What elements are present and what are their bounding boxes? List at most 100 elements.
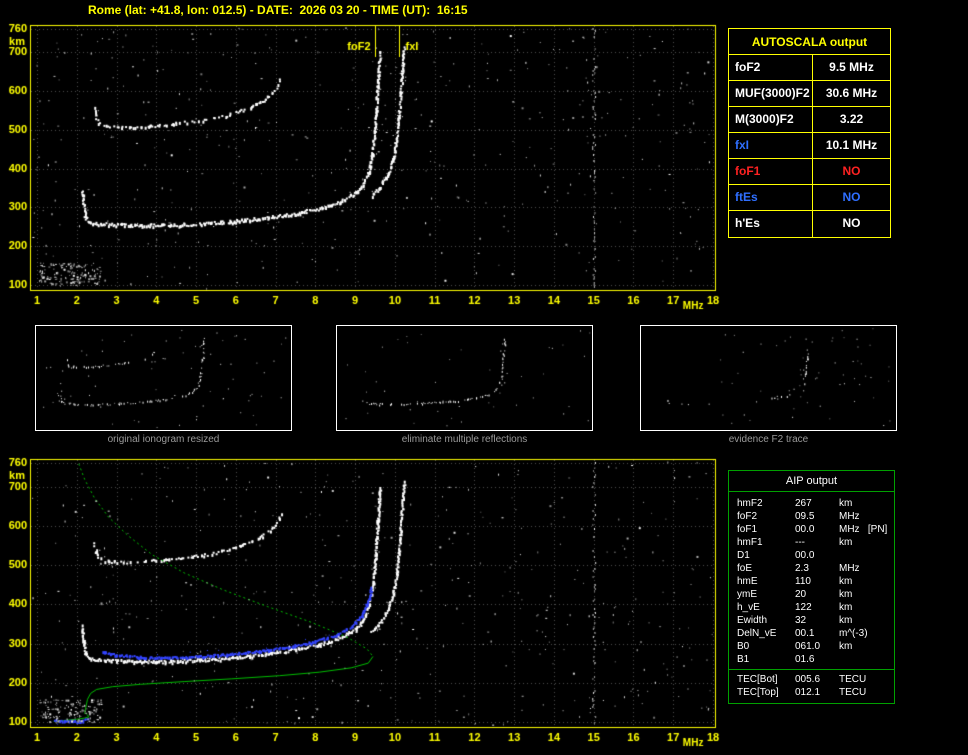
- aip-param-name: B0: [737, 641, 750, 652]
- autoscala-param-value: 10.1 MHz: [825, 138, 878, 152]
- aip-param-unit: MHz [PN]: [839, 524, 888, 535]
- aip-param-value: 122: [795, 602, 812, 613]
- autoscala-row: MUF(3000)F2 30.6 MHz: [729, 81, 890, 107]
- aip-param-value: 267: [795, 498, 812, 509]
- aip-param-unit: [839, 549, 894, 562]
- thumbnail-multiple-reflections: [336, 325, 593, 431]
- autoscala-header: AUTOSCALA output: [729, 29, 890, 55]
- autoscala-row: h'Es NO: [729, 211, 890, 237]
- aip-param-value: ---: [795, 537, 805, 548]
- autoscala-rows: foF2 9.5 MHz MUF(3000)F2 30.6 MHz M(3000)F2 3…: [729, 55, 890, 237]
- aip-row: foF2 09.5 MHz: [729, 510, 894, 523]
- aip-row: hmF2 267 km: [729, 497, 894, 510]
- aip-param-name: hmE: [737, 576, 758, 587]
- aip-row: Ewidth 32 km: [729, 614, 894, 627]
- autoscala-row: foF2 9.5 MHz: [729, 55, 890, 81]
- aip-rows: hmF2 267 km foF2 09.5 MHz foF1 00.0 MHz [PN] hmF1…: [729, 497, 894, 666]
- aip-param-name: DelN_vE: [737, 628, 777, 639]
- aip-param-unit: MHz: [839, 563, 860, 574]
- aip-param-unit: [839, 653, 894, 666]
- aip-row: TEC[Bot] 005.6 TECU: [729, 673, 894, 686]
- autoscala-param-value: 3.22: [839, 112, 864, 126]
- autoscala-ionogram-plot: [0, 0, 722, 312]
- aip-ionogram-plot: [0, 454, 722, 754]
- aip-param-value: 32: [795, 615, 807, 626]
- aip-param-unit: km: [839, 602, 853, 613]
- aip-param-unit: km: [839, 615, 853, 626]
- aip-param-value: 01.6: [795, 654, 815, 665]
- aip-param-name: h_vE: [737, 602, 760, 613]
- aip-row: foE 2.3 MHz: [729, 562, 894, 575]
- autoscala-param-value: NO: [842, 190, 861, 204]
- aip-param-unit: MHz: [839, 511, 860, 522]
- autoscala-param-label: M(3000)F2: [729, 107, 813, 132]
- aip-param-name: foF2: [737, 511, 758, 522]
- aip-row: DelN_vE 00.1 m^(-3): [729, 627, 894, 640]
- autoscala-param-label: foF1: [729, 159, 813, 184]
- aip-param-name: hmF1: [737, 537, 763, 548]
- thumbnail-caption-original: original ionogram resized: [107, 434, 220, 445]
- thumbnail-caption-multiples: eliminate multiple reflections: [401, 434, 528, 445]
- aip-row: B1 01.6: [729, 653, 894, 666]
- aip-param-value: 061.0: [795, 641, 821, 652]
- aip-param-unit: TECU: [839, 687, 867, 698]
- aip-tec-separator: [729, 669, 894, 670]
- autoscala-row: ftEs NO: [729, 185, 890, 211]
- thumbnail-caption-f2: evidence F2 trace: [728, 434, 809, 445]
- autoscala-param-label: h'Es: [729, 211, 813, 237]
- autoscala-param-value: 9.5 MHz: [829, 60, 874, 74]
- thumbnail-original-ionogram: [35, 325, 292, 431]
- aip-param-name: D1: [737, 550, 750, 561]
- thumbnail-f2-evidence: [640, 325, 897, 431]
- autoscala-row: M(3000)F2 3.22: [729, 107, 890, 133]
- aip-row: TEC[Top] 012.1 TECU: [729, 686, 894, 699]
- aip-param-unit: km: [839, 498, 853, 509]
- aip-param-name: Ewidth: [737, 615, 768, 626]
- aip-row: B0 061.0 km: [729, 640, 894, 653]
- aip-header: AIP output: [729, 471, 894, 492]
- aip-param-name: B1: [737, 654, 750, 665]
- aip-param-name: foE: [737, 563, 753, 574]
- autoscala-table: AUTOSCALA output foF2 9.5 MHz MUF(3000)F2 3…: [728, 28, 891, 238]
- thumbnail-multiples-canvas: [337, 326, 592, 430]
- aip-tec-rows: TEC[Bot] 005.6 TECU TEC[Top] 012.1 TECU: [729, 673, 894, 699]
- aip-param-unit: km: [839, 576, 853, 587]
- ionogram-screen: Rome (lat: +41.8, lon: 012.5) - DATE: 20…: [0, 0, 968, 755]
- aip-param-value: 20: [795, 589, 807, 600]
- aip-param-value: 2.3: [795, 563, 809, 574]
- aip-param-value: 00.1: [795, 628, 815, 639]
- thumbnail-f2-canvas: [641, 326, 896, 430]
- aip-param-name: foF1: [737, 524, 758, 535]
- aip-param-value: 09.5: [795, 511, 815, 522]
- aip-param-unit: km: [839, 641, 853, 652]
- aip-row: h_vE 122 km: [729, 601, 894, 614]
- aip-param-unit: m^(-3): [839, 628, 868, 639]
- aip-param-value: 110: [795, 576, 811, 587]
- autoscala-param-label: fxI: [729, 133, 813, 158]
- aip-param-name: hmF2: [737, 498, 763, 509]
- autoscala-param-label: foF2: [729, 55, 813, 80]
- autoscala-param-value: NO: [842, 216, 861, 230]
- autoscala-param-value: 30.6 MHz: [825, 86, 878, 100]
- aip-row: ymE 20 km: [729, 588, 894, 601]
- autoscala-param-label: MUF(3000)F2: [729, 81, 813, 106]
- aip-param-value: 00.0: [795, 550, 815, 561]
- aip-row: foF1 00.0 MHz [PN]: [729, 523, 894, 536]
- aip-param-name: ymE: [737, 589, 757, 600]
- aip-param-unit: TECU: [839, 674, 867, 685]
- autoscala-row: foF1 NO: [729, 159, 890, 185]
- aip-row: D1 00.0: [729, 549, 894, 562]
- aip-row: hmF1 --- km: [729, 536, 894, 549]
- aip-param-name: TEC[Top]: [737, 687, 779, 698]
- aip-param-value: 005.6: [795, 674, 821, 685]
- aip-param-name: TEC[Bot]: [737, 674, 778, 685]
- aip-table: AIP output hmF2 267 km foF2 09.5 MHz foF1 00.0 M…: [728, 470, 895, 704]
- aip-param-unit: km: [839, 537, 853, 548]
- thumbnail-original-canvas: [36, 326, 291, 430]
- autoscala-param-label: ftEs: [729, 185, 813, 210]
- autoscala-row: fxI 10.1 MHz: [729, 133, 890, 159]
- aip-param-unit: km: [839, 589, 853, 600]
- autoscala-param-value: NO: [842, 164, 861, 178]
- aip-row: hmE 110 km: [729, 575, 894, 588]
- aip-param-value: 012.1: [795, 687, 821, 698]
